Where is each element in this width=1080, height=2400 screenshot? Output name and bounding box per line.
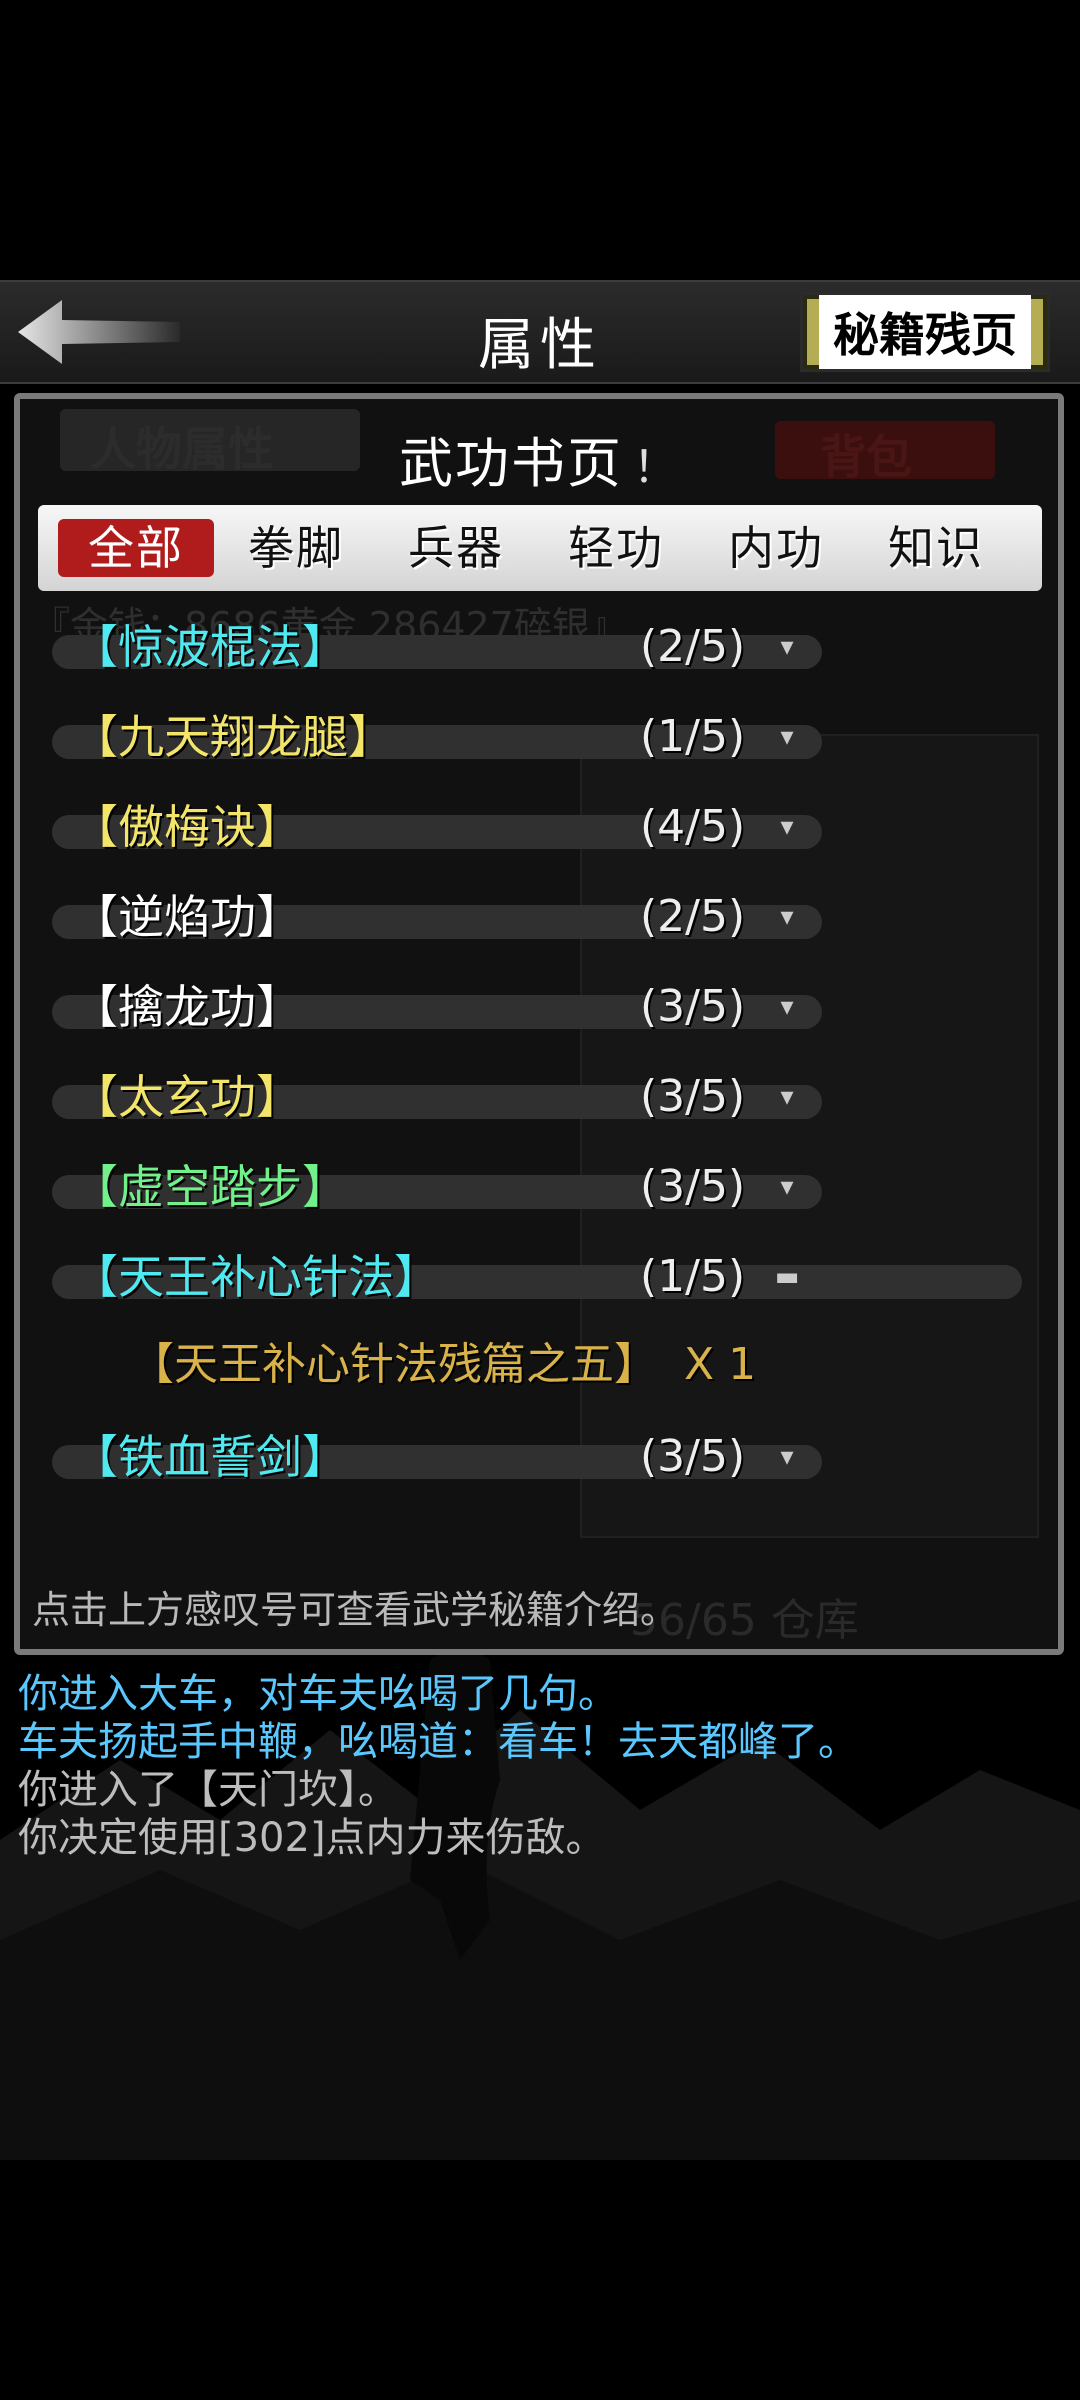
- list-item[interactable]: 【九天翔龙腿】 (1/5) ▾: [20, 699, 1058, 779]
- expand-arrow-icon[interactable]: ▾: [770, 1084, 804, 1110]
- fragment-button-label: 秘籍残页: [819, 295, 1031, 369]
- message-log: 你进入大车，对车夫吆喝了几句。 车夫扬起手中鞭，吆喝道：看车！去天都峰了。 你进…: [18, 1670, 1068, 1862]
- item-name: 【天王补心针法】: [72, 1250, 440, 1304]
- item-count: (2/5): [640, 891, 746, 942]
- item-count: (3/5): [640, 981, 746, 1032]
- expand-arrow-icon[interactable]: ▾: [770, 724, 804, 750]
- item-count: (3/5): [640, 1431, 746, 1482]
- hint-text: 点击上方感叹号可查看武学秘籍介绍。: [32, 1588, 679, 1632]
- secret-manual-fragment-button[interactable]: 秘籍残页: [800, 292, 1050, 372]
- list-item[interactable]: 【傲梅诀】 (4/5) ▾: [20, 789, 1058, 869]
- category-tab-bar: 全部 拳脚 兵器 轻功 内功 知识: [38, 505, 1042, 591]
- info-exclamation-icon[interactable]: ！: [633, 442, 679, 493]
- tab-lightness[interactable]: 轻功: [538, 519, 694, 577]
- tab-inner-power[interactable]: 内功: [698, 519, 854, 577]
- tab-all[interactable]: 全部: [58, 519, 214, 577]
- item-name: 【擒龙功】: [72, 980, 302, 1034]
- item-name: 【虚空踏步】: [72, 1160, 348, 1214]
- log-line: 车夫扬起手中鞭，吆喝道：看车！去天都峰了。: [18, 1719, 858, 1765]
- expand-arrow-icon[interactable]: ▾: [770, 634, 804, 660]
- item-name: 【太玄功】: [72, 1070, 302, 1124]
- collapse-icon[interactable]: ▬: [770, 1264, 804, 1290]
- list-item[interactable]: 【铁血誓剑】 (3/5) ▾: [20, 1419, 1058, 1499]
- fragment-name: 【天王补心针法残篇之五】: [130, 1339, 658, 1390]
- top-header-bar: 属性 秘籍残页: [0, 280, 1080, 384]
- log-line: 你进入大车，对车夫吆喝了几句。: [18, 1671, 618, 1717]
- item-count: (4/5): [640, 801, 746, 852]
- item-name: 【惊波棍法】: [72, 620, 348, 674]
- item-name: 【九天翔龙腿】: [72, 710, 394, 764]
- list-item[interactable]: 【逆焰功】 (2/5) ▾: [20, 879, 1058, 959]
- tab-fist-kick[interactable]: 拳脚: [218, 519, 374, 577]
- item-count: (1/5): [640, 1251, 746, 1302]
- tab-weapons[interactable]: 兵器: [378, 519, 534, 577]
- item-name: 【逆焰功】: [72, 890, 302, 944]
- dialog-title-text: 武功书页: [399, 432, 623, 495]
- expand-arrow-icon[interactable]: ▾: [770, 1444, 804, 1470]
- martial-pages-dialog: 人物属性 背包 『金钱：8686黄金 286427碎银』 56/65 仓库 武功…: [14, 393, 1064, 1655]
- tab-knowledge[interactable]: 知识: [858, 519, 1014, 577]
- fragment-sub-item[interactable]: 【天王补心针法残篇之五】 X 1: [130, 1327, 756, 1403]
- list-item[interactable]: 【太玄功】 (3/5) ▾: [20, 1059, 1058, 1139]
- log-line: 你进入了【天门坎】。: [18, 1767, 398, 1813]
- item-name: 【傲梅诀】: [72, 800, 302, 854]
- item-count: (2/5): [640, 621, 746, 672]
- list-item[interactable]: 【虚空踏步】 (3/5) ▾: [20, 1149, 1058, 1229]
- list-item-expanded[interactable]: 【天王补心针法】 (1/5) ▬: [20, 1239, 1058, 1319]
- expand-arrow-icon[interactable]: ▾: [770, 994, 804, 1020]
- item-count: (1/5): [640, 711, 746, 762]
- list-item[interactable]: 【惊波棍法】 (2/5) ▾: [20, 609, 1058, 689]
- item-name: 【铁血誓剑】: [72, 1430, 348, 1484]
- item-count: (3/5): [640, 1071, 746, 1122]
- dialog-title: 武功书页！: [20, 419, 1058, 498]
- log-line: 你决定使用[302]点内力来伤敌。: [18, 1815, 606, 1861]
- expand-arrow-icon[interactable]: ▾: [770, 1174, 804, 1200]
- fragment-quantity: X 1: [684, 1339, 757, 1390]
- list-item[interactable]: 【擒龙功】 (3/5) ▾: [20, 969, 1058, 1049]
- item-count: (3/5): [640, 1161, 746, 1212]
- expand-arrow-icon[interactable]: ▾: [770, 814, 804, 840]
- expand-arrow-icon[interactable]: ▾: [770, 904, 804, 930]
